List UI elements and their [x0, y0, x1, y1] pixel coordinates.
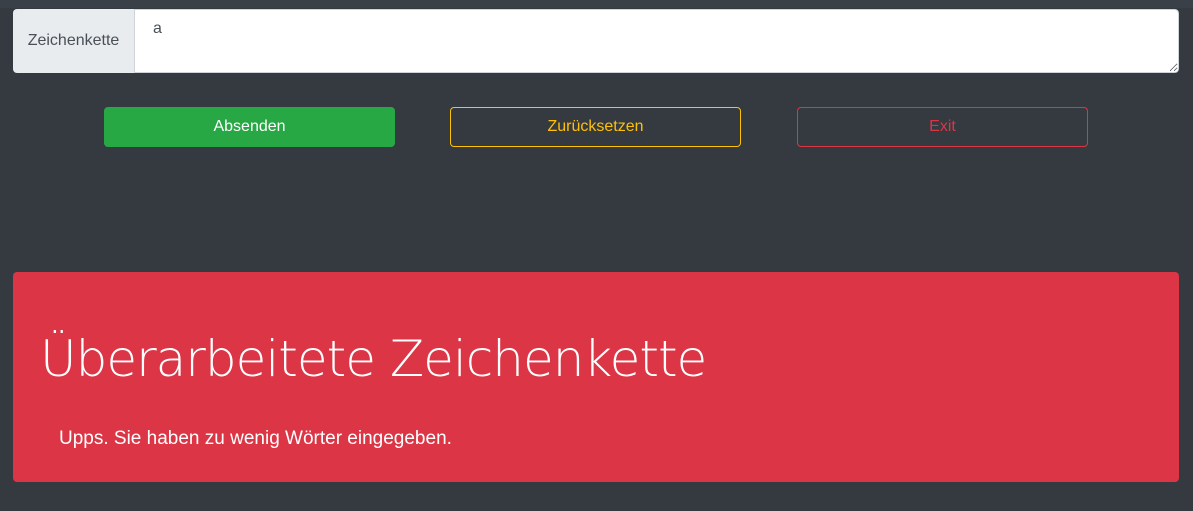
exit-button[interactable]: Exit: [797, 107, 1088, 147]
string-input-group: Zeichenkette: [13, 9, 1179, 73]
submit-button[interactable]: Absenden: [104, 107, 395, 147]
result-alert: Überarbeitete Zeichenkette Upps. Sie hab…: [13, 272, 1179, 482]
string-input-container: [135, 9, 1179, 73]
top-strip: [0, 0, 1193, 8]
app-page: { "form": { "label": "Zeichenkette", "in…: [0, 0, 1193, 511]
result-title: Überarbeitete Zeichenkette: [40, 330, 707, 388]
reset-button[interactable]: Zurücksetzen: [450, 107, 741, 147]
string-input-label: Zeichenkette: [13, 9, 135, 73]
string-input-field[interactable]: [135, 10, 1178, 72]
result-message: Upps. Sie haben zu wenig Wörter eingegeb…: [59, 428, 452, 449]
